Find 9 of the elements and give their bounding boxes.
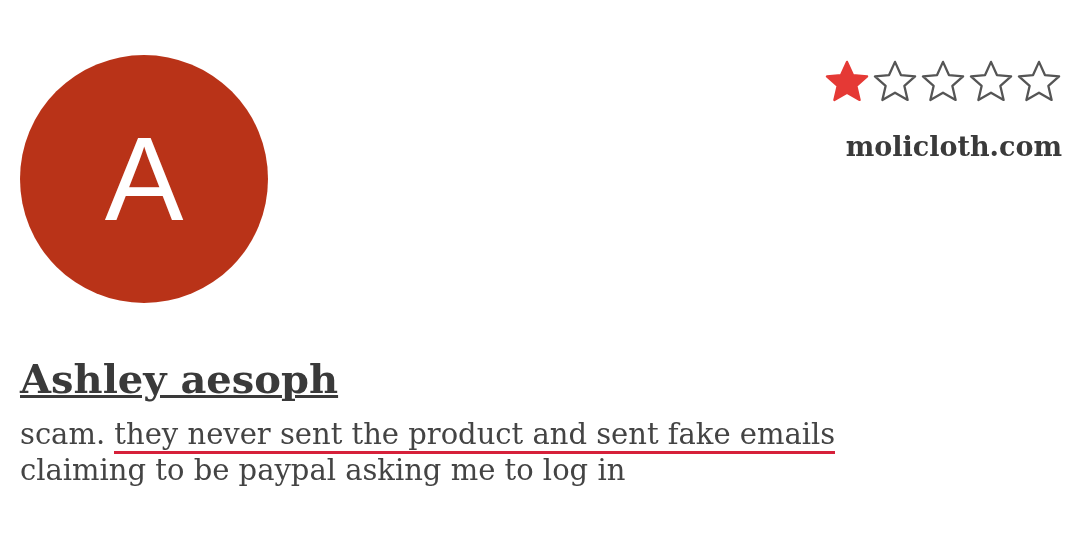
empty-star-icon — [920, 59, 966, 103]
empty-star-icon — [1016, 59, 1062, 103]
filled-star-icon — [824, 59, 870, 103]
reviewer-name[interactable]: Ashley aesoph — [20, 355, 339, 402]
empty-star-icon — [872, 59, 918, 103]
empty-star-icon — [968, 59, 1014, 103]
avatar: A — [20, 55, 268, 303]
site-name: molicloth.com — [845, 131, 1062, 162]
review-text: scam. they never sent the product and sent fake emails claiming to be paypal asking me to log in — [20, 416, 837, 488]
